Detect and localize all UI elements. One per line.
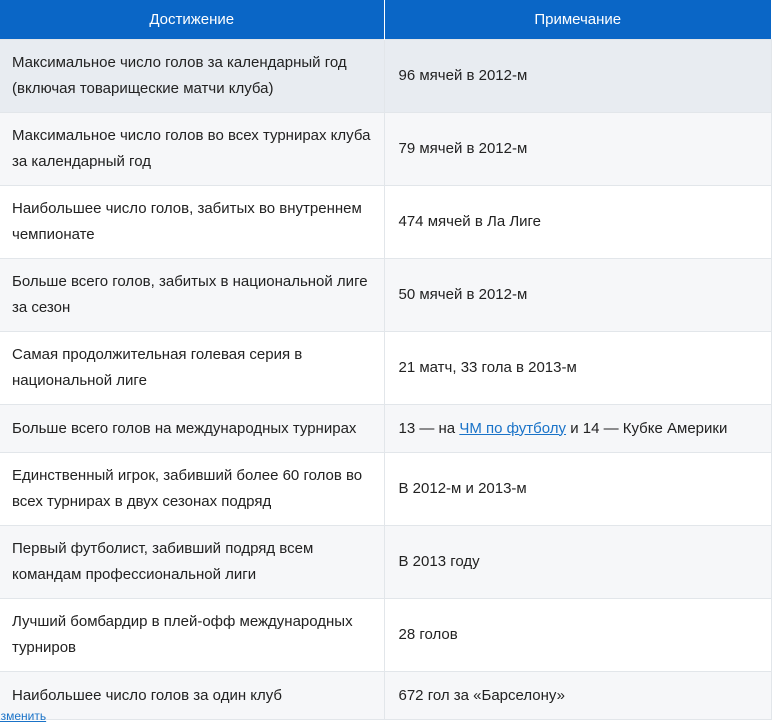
achievement-cell: Первый футболист, забивший подряд всем к… [0, 525, 385, 599]
table-row: Первый футболист, забивший подряд всем к… [0, 525, 772, 599]
note-cell: В 2013 году [383, 525, 772, 599]
achievement-cell: Больше всего голов на международных турн… [0, 404, 385, 453]
table-row: Единственный игрок, забивший более 60 го… [0, 452, 772, 526]
world-cup-link[interactable]: ЧМ по футболу [459, 420, 566, 437]
achievements-table-wrapper: Достижение Примечание Максимальное число… [0, 0, 772, 720]
note-cell: 96 мячей в 2012-м [383, 39, 772, 113]
note-cell: В 2012-м и 2013-м [383, 452, 772, 526]
note-cell: 21 матч, 33 гола в 2013-м [383, 331, 772, 405]
achievement-cell: Наибольшее число голов, забитых во внутр… [0, 185, 385, 259]
table-row: Лучший бомбардир в плей-офф международны… [0, 598, 772, 672]
note-text-before: 13 — на [398, 419, 460, 437]
note-cell: 672 гол за «Барселону» [383, 671, 772, 720]
table-row: Максимальное число голов за календарный … [0, 39, 772, 113]
note-text-after: и 14 — Кубке Америки [566, 419, 728, 437]
note-cell: 13 — на ЧМ по футболу и 14 — Кубке Амери… [383, 404, 772, 453]
table-row: Больше всего голов на международных турн… [0, 404, 772, 453]
table-row: Максимальное число голов во всех турнира… [0, 112, 772, 186]
achievement-cell: Наибольшее число голов за один клуб [0, 671, 385, 720]
achievement-cell: Единственный игрок, забивший более 60 го… [0, 452, 385, 526]
column-header-note: Примечание [384, 0, 771, 40]
table-row: Самая продолжительная голевая серия в на… [0, 331, 772, 405]
column-header-achievement: Достижение [0, 0, 385, 40]
table-row: Наибольшее число голов за один клуб 672 … [0, 671, 772, 720]
note-cell: 474 мячей в Ла Лиге [383, 185, 772, 259]
table-row: Больше всего голов, забитых в национальн… [0, 258, 772, 332]
achievement-cell: Самая продолжительная голевая серия в на… [0, 331, 385, 405]
header-row: Достижение Примечание [0, 0, 771, 40]
note-cell: 50 мячей в 2012-м [383, 258, 772, 332]
note-cell: 28 голов [383, 598, 772, 672]
achievement-cell: Больше всего голов, забитых в национальн… [0, 258, 385, 332]
achievements-table: Достижение Примечание Максимальное число… [0, 0, 772, 720]
note-cell: 79 мячей в 2012-м [383, 112, 772, 186]
achievement-cell: Лучший бомбардир в плей-офф международны… [0, 598, 385, 672]
table-body: Максимальное число голов за календарный … [0, 39, 772, 720]
achievement-cell: Максимальное число голов во всех турнира… [0, 112, 385, 186]
edit-link[interactable]: Изменить [0, 709, 46, 723]
achievement-cell: Максимальное число голов за календарный … [0, 39, 385, 113]
table-row: Наибольшее число голов, забитых во внутр… [0, 185, 772, 259]
table-header: Достижение Примечание [0, 0, 771, 40]
